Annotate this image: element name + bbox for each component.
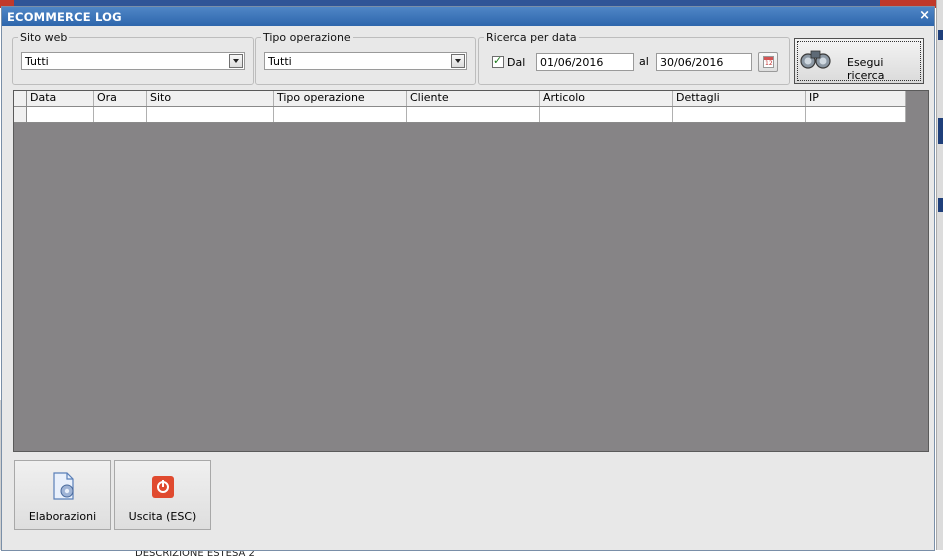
table-cell[interactable] [274,107,407,122]
table-cell[interactable] [147,107,274,122]
binoculars-icon [800,50,831,69]
ecommerce-log-window: ECOMMERCE LOG × Sito web Tutti Tipo oper… [1,6,935,551]
sito-web-value: Tutti [25,55,49,68]
column-header-tipo-operazione[interactable]: Tipo operazione [274,91,407,106]
column-header-ora[interactable]: Ora [94,91,147,106]
table-cell[interactable] [94,107,147,122]
to-date-value: 30/06/2016 [660,56,724,69]
dal-label: Dal [507,56,526,69]
elaborazioni-label: Elaborazioni [28,510,97,523]
tipo-operazione-value: Tutti [268,55,292,68]
tipo-operazione-select[interactable]: Tutti [264,52,467,70]
table-cell[interactable] [27,107,94,122]
to-date-input[interactable]: 30/06/2016 [656,53,752,71]
esegui-ricerca-button[interactable]: Esegui ricerca [794,38,924,84]
chevron-down-icon[interactable] [451,54,465,68]
column-header-sito[interactable]: Sito [147,91,274,106]
column-header-data[interactable]: Data [27,91,94,106]
calendar-button[interactable] [758,52,778,72]
grid-header: Data Ora Sito Tipo operazione Cliente Ar… [14,91,906,107]
table-cell[interactable] [540,107,673,122]
sito-web-group: Sito web Tutti [12,31,254,85]
table-cell[interactable] [673,107,806,122]
column-header-articolo[interactable]: Articolo [540,91,673,106]
window-title: ECOMMERCE LOG [7,10,122,24]
background-strip [938,118,943,144]
sito-web-select[interactable]: Tutti [21,52,245,70]
table-row[interactable] [14,107,906,123]
table-cell[interactable] [407,107,540,122]
sito-web-legend: Sito web [18,31,70,44]
column-header-dettagli[interactable]: Dettagli [673,91,806,106]
background-strip [938,198,943,212]
power-icon [152,476,174,498]
from-date-input[interactable]: 01/06/2016 [536,53,634,71]
calendar-icon [763,56,774,68]
column-header-cliente[interactable]: Cliente [407,91,540,106]
elaborazioni-button[interactable]: Elaborazioni [14,460,111,530]
header-row-selector[interactable] [14,91,27,106]
ricerca-data-group: Ricerca per data Dal 01/06/2016 al 30/06… [478,31,790,85]
ricerca-data-legend: Ricerca per data [484,31,579,44]
uscita-label: Uscita (ESC) [128,510,197,523]
column-header-ip[interactable]: IP [806,91,906,106]
esegui-ricerca-label: Esegui ricerca [847,56,885,82]
al-label: al [639,55,649,68]
results-grid[interactable]: Data Ora Sito Tipo operazione Cliente Ar… [13,90,929,452]
document-gear-icon [53,472,74,500]
background-strip [938,30,943,40]
row-selector[interactable] [14,107,27,122]
close-icon[interactable]: × [919,8,930,23]
title-bar[interactable]: ECOMMERCE LOG × [2,7,934,26]
tipo-operazione-group: Tipo operazione Tutti [255,31,476,85]
dal-checkbox[interactable] [492,54,504,68]
tipo-operazione-legend: Tipo operazione [261,31,353,44]
from-date-value: 01/06/2016 [540,56,604,69]
uscita-button[interactable]: Uscita (ESC) [114,460,211,530]
background-app-right-edge [936,0,943,559]
chevron-down-icon[interactable] [229,54,243,68]
table-cell[interactable] [806,107,906,122]
